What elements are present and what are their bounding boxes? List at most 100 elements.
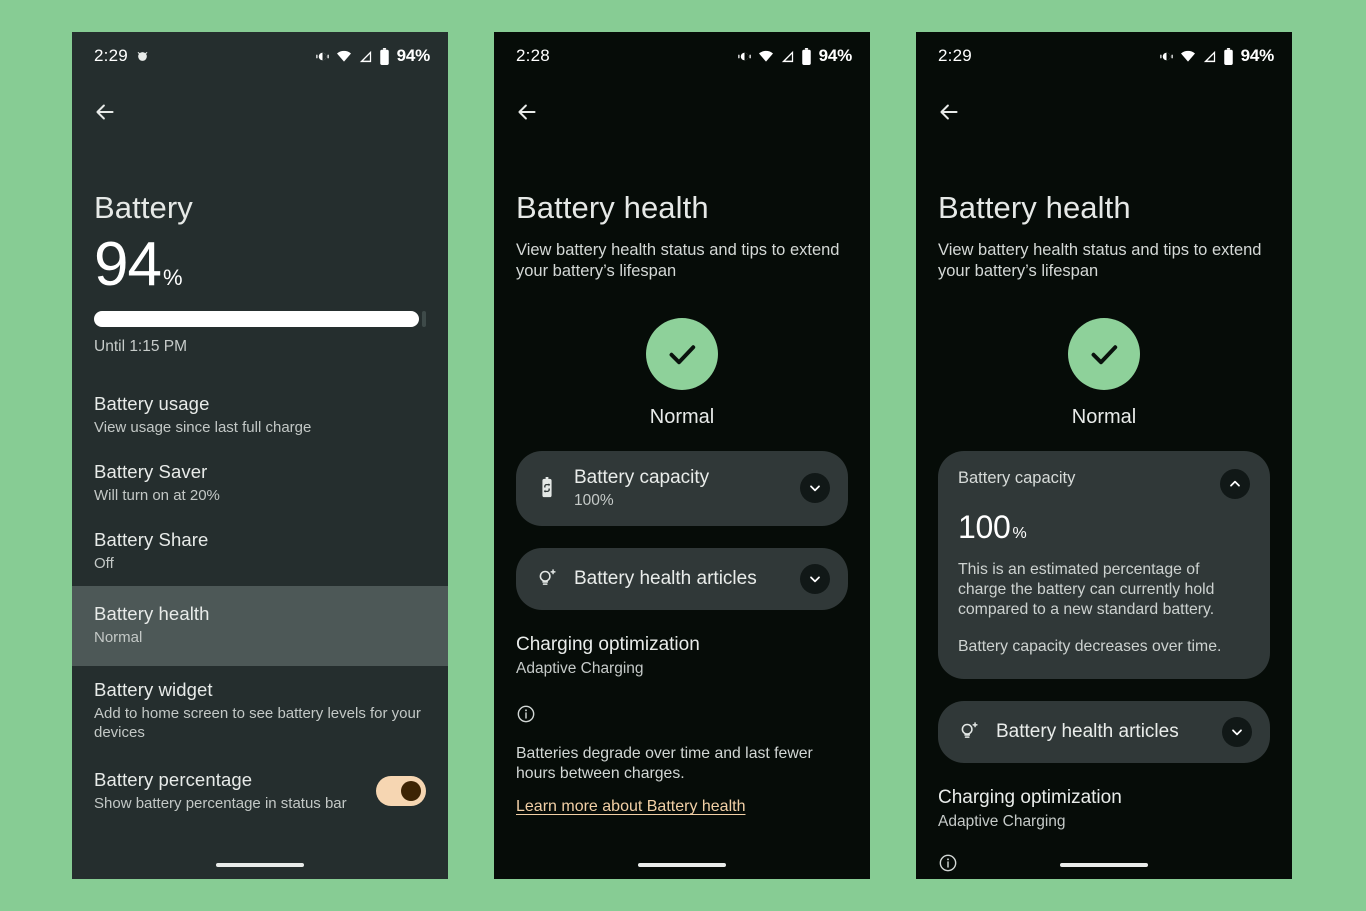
phone-screen-battery-settings: 2:29 94% Battery 94 % Until 1:15 PM Batt… [72, 32, 448, 879]
list-item-title: Battery Share [94, 529, 209, 551]
check-icon [646, 317, 718, 390]
page-subtitle: View battery health status and tips to e… [516, 241, 840, 280]
battery-screen-body: Battery 94 % Until 1:15 PM [72, 190, 448, 356]
status-bar: 2:29 94% [72, 32, 448, 80]
health-status-block: Normal [938, 317, 1270, 429]
battery-until-text: Until 1:15 PM [94, 337, 188, 355]
list-item-title: Battery Saver [94, 461, 208, 482]
back-arrow-icon[interactable] [92, 99, 118, 125]
charging-optimization-subtitle: Adaptive Charging [938, 813, 1066, 831]
phone-screen-battery-health-expanded: 2:29 94% Battery health View battery hea… [916, 32, 1292, 879]
capacity-paragraph-1: This is an estimated percentage of charg… [958, 560, 1215, 618]
lightbulb-sparkle-icon [534, 568, 560, 590]
status-bar-battery-percent: 94% [1240, 46, 1275, 65]
health-status-block: Normal [516, 317, 848, 429]
battery-health-body: Battery health View battery health statu… [494, 190, 870, 816]
battery-icon [801, 47, 812, 65]
battery-level-display: 94 % [94, 231, 426, 299]
capacity-paragraph-2: Battery capacity decreases over time. [958, 638, 1222, 656]
page-title: Battery health [938, 190, 1131, 225]
vibrate-icon [737, 49, 752, 64]
status-bar: 2:29 94% [916, 32, 1292, 80]
wifi-icon [336, 48, 352, 64]
wifi-icon [1180, 48, 1196, 64]
nav-gesture-handle[interactable] [638, 863, 726, 867]
status-bar-time: 2:29 [94, 46, 128, 65]
card-battery-health-articles[interactable]: Battery health articles [938, 701, 1270, 764]
charging-optimization-title: Charging optimization [516, 633, 700, 655]
status-bar-time: 2:28 [516, 46, 550, 65]
battery-icon [1223, 47, 1234, 65]
list-item-battery-saver[interactable]: Battery Saver Will turn on at 20% [72, 450, 448, 518]
chevron-down-icon[interactable] [800, 563, 830, 594]
battery-info-text: Batteries degrade over time and last few… [516, 744, 813, 782]
info-icon [516, 704, 536, 724]
lightbulb-sparkle-icon [956, 721, 982, 743]
signal-icon [358, 49, 373, 64]
status-bar-battery-percent: 94% [818, 46, 853, 65]
nav-gesture-handle[interactable] [216, 863, 304, 867]
list-item-subtitle: Will turn on at 20% [94, 487, 220, 504]
card-subtitle: 100% [574, 491, 614, 509]
charging-optimization-section[interactable]: Charging optimization Adaptive Charging [516, 634, 848, 678]
list-item-subtitle: Normal [94, 629, 143, 647]
nav-gesture-handle[interactable] [1060, 863, 1148, 867]
status-bar: 2:28 94% [494, 32, 870, 80]
check-icon [1068, 317, 1140, 390]
battery-progress-fill [94, 310, 419, 327]
signal-icon [1202, 49, 1217, 64]
back-arrow-icon[interactable] [936, 99, 962, 125]
charging-optimization-section[interactable]: Charging optimization Adaptive Charging [938, 787, 1270, 831]
capacity-value-display: 100 % [958, 509, 1250, 546]
status-bar-time: 2:29 [938, 46, 972, 65]
card-battery-capacity-expanded[interactable]: Battery capacity 100 % This is an estima… [938, 450, 1270, 680]
battery-progress-bar [94, 310, 426, 327]
list-item-battery-share[interactable]: Battery Share Off [72, 518, 448, 586]
alarm-icon [136, 50, 149, 63]
phone-screen-battery-health: 2:28 94% Battery health View battery hea… [494, 32, 870, 879]
battery-percentage-toggle[interactable] [376, 776, 426, 807]
list-item-subtitle: View usage since last full charge [94, 418, 312, 436]
back-button-row [916, 80, 1292, 144]
list-item-title: Battery usage [94, 392, 210, 414]
list-item-title: Battery widget [94, 679, 213, 701]
back-button-row [72, 80, 448, 144]
charging-optimization-title: Charging optimization [938, 787, 1122, 809]
list-item-battery-usage[interactable]: Battery usage View usage since last full… [72, 382, 448, 450]
vibrate-icon [1159, 49, 1174, 64]
list-item-battery-widget[interactable]: Battery widget Add to home screen to see… [72, 666, 448, 755]
vibrate-icon [315, 49, 330, 64]
chevron-down-icon[interactable] [1222, 717, 1252, 748]
list-item-title: Battery health [94, 603, 210, 625]
list-item-subtitle: Show battery percentage in status bar [94, 795, 347, 813]
chevron-down-icon[interactable] [800, 473, 830, 504]
battery-settings-list: Battery usage View usage since last full… [72, 382, 448, 826]
toggle-knob [401, 781, 421, 802]
list-item-battery-percentage[interactable]: Battery percentage Show battery percenta… [72, 755, 448, 826]
list-item-subtitle: Off [94, 555, 114, 573]
battery-refresh-icon [534, 477, 560, 499]
signal-icon [780, 49, 795, 64]
list-item-subtitle: Add to home screen to see battery levels… [94, 705, 421, 742]
list-item-battery-health[interactable]: Battery health Normal [72, 586, 448, 667]
page-subtitle: View battery health status and tips to e… [938, 241, 1262, 280]
status-bar-battery-percent: 94% [396, 46, 431, 65]
battery-info-block: Batteries degrade over time and last few… [516, 704, 848, 816]
capacity-symbol: % [1012, 524, 1027, 542]
capacity-value: 100 [958, 508, 1011, 545]
battery-health-expanded-body: Battery health View battery health statu… [916, 190, 1292, 878]
card-battery-capacity[interactable]: Battery capacity 100% [516, 450, 848, 526]
health-status-label: Normal [1071, 405, 1137, 428]
chevron-up-icon[interactable] [1220, 468, 1250, 499]
card-battery-health-articles[interactable]: Battery health articles [516, 547, 848, 610]
battery-level-symbol: % [162, 265, 183, 290]
screenshot-canvas: 2:29 94% Battery 94 % Until 1:15 PM Batt… [0, 0, 1366, 911]
page-title: Battery [94, 190, 193, 225]
card-title: Battery health articles [574, 567, 757, 589]
info-icon [938, 853, 958, 873]
capacity-card-label: Battery capacity [958, 468, 1076, 487]
back-arrow-icon[interactable] [514, 99, 540, 125]
learn-more-link[interactable]: Learn more about Battery health [516, 798, 745, 816]
back-button-row [494, 80, 870, 144]
wifi-icon [758, 48, 774, 64]
